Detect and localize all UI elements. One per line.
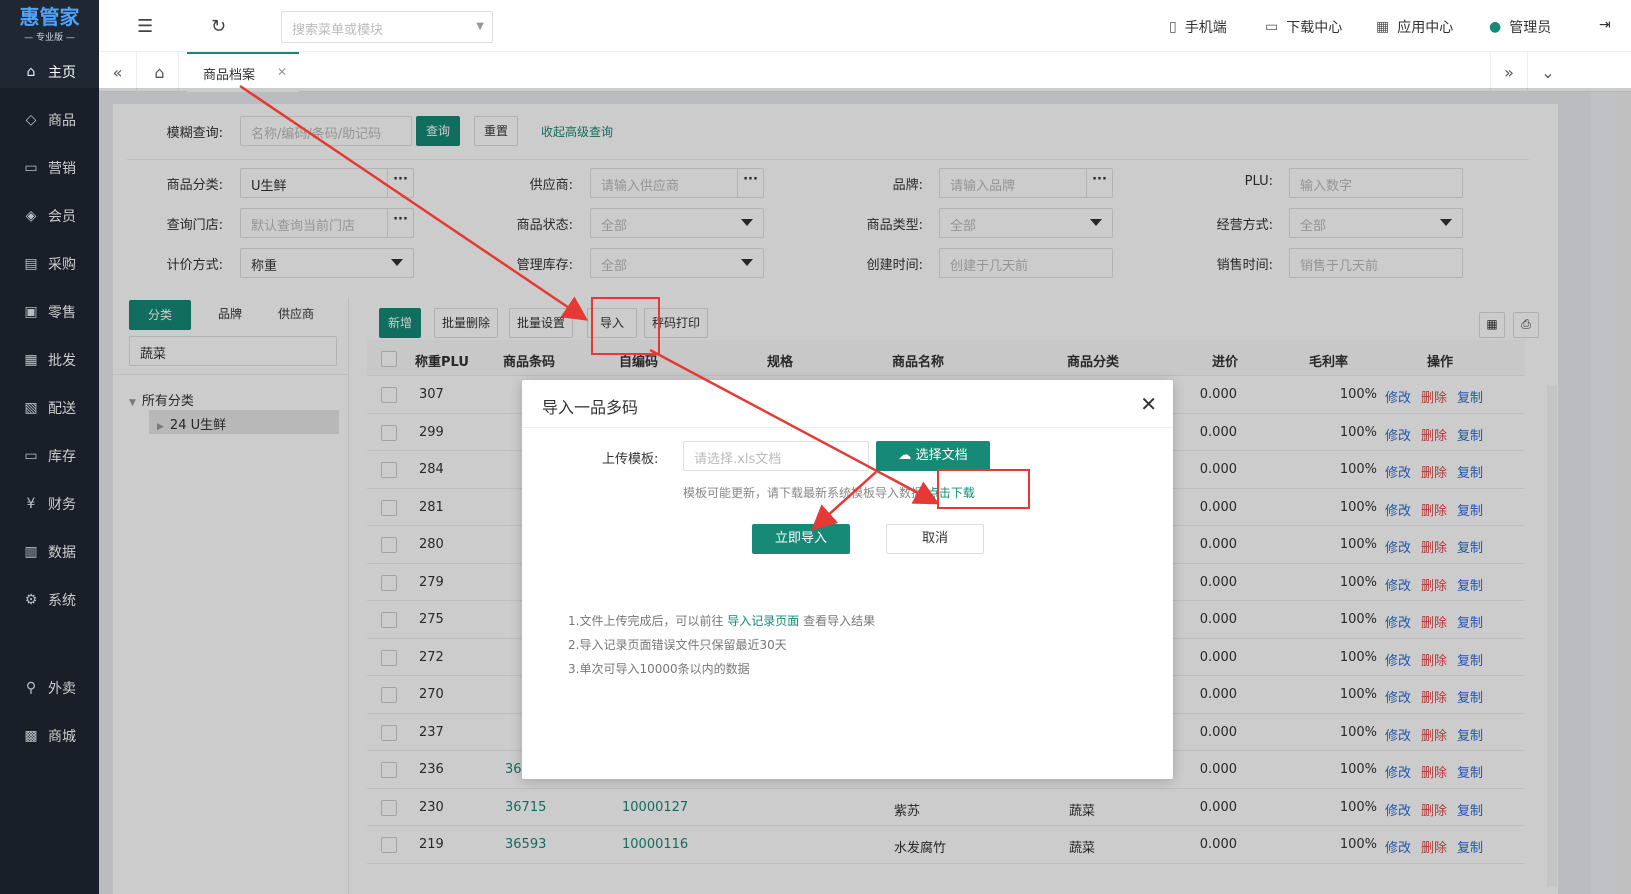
choose-file-button[interactable]: ☁ 选择文档 [876, 441, 990, 471]
close-icon[interactable]: ✕ [277, 65, 287, 79]
logo-text: 惠管家 [19, 5, 80, 29]
note-2: 2.导入记录页面错误文件只保留最近30天 [568, 638, 787, 652]
upload-file-input[interactable]: 请选择.xls文档 [683, 441, 869, 471]
download-center-link[interactable]: ▭ 下载中心 [1265, 17, 1342, 37]
tab-product-archive[interactable]: 商品档案 ✕ [187, 52, 299, 92]
logout-icon[interactable]: ⇥ [1599, 17, 1611, 33]
note-3: 3.单次可导入10000条以内的数据 [568, 662, 750, 676]
annotation-download-box [937, 469, 1030, 509]
topbar: ☰ ↻ 搜索菜单或模块 ▼ ▯ 手机端 ▭ 下载中心 ▦ 应用中心 ● 管理员 ⇥ [99, 0, 1631, 52]
tabs-menu-icon[interactable]: ⌄ [1529, 52, 1567, 92]
tab-bar: « ⌂ 商品档案 ✕ » ⌄ [99, 52, 1631, 92]
mobile-link[interactable]: ▯ 手机端 [1169, 17, 1227, 37]
sidebar-item-label: 主页 [48, 65, 76, 81]
home-tab-icon[interactable]: ⌂ [141, 52, 179, 92]
menu-toggle-icon[interactable]: ☰ [137, 16, 153, 37]
import-now-button[interactable]: 立即导入 [752, 524, 850, 554]
import-notes: 1.文件上传完成后，可以前往 导入记录页面 查看导入结果 2.导入记录页面错误文… [568, 609, 875, 681]
grid-icon: ▦ [1376, 19, 1390, 35]
import-records-link[interactable]: 导入记录页面 [727, 614, 799, 628]
menu-search-input[interactable]: 搜索菜单或模块 ▼ [281, 11, 493, 43]
phone-icon: ▯ [1169, 19, 1177, 35]
import-modal: 导入一品多码 ✕ 上传模板: 请选择.xls文档 ☁ 选择文档 模板可能更新，请… [522, 380, 1173, 779]
cloud-upload-icon: ☁ [898, 448, 912, 463]
modal-title: 导入一品多码 [522, 380, 1173, 428]
user-icon: ● [1489, 19, 1502, 35]
close-icon[interactable]: ✕ [1140, 392, 1157, 416]
tabs-scroll-left-icon[interactable]: « [99, 52, 137, 92]
tabs-scroll-right-icon[interactable]: » [1490, 52, 1528, 92]
refresh-icon[interactable]: ↻ [211, 16, 226, 37]
template-hint: 模板可能更新，请下载最新系统模板导入数据 点击下载 [683, 486, 975, 500]
download-icon: ▭ [1265, 19, 1279, 35]
annotation-import-box [591, 297, 660, 355]
upload-label: 上传模板: [602, 452, 659, 467]
cancel-button[interactable]: 取消 [886, 524, 984, 554]
logo-subtext: — 专业版 — [24, 33, 75, 43]
logo: 惠管家 — 专业版 — [0, 0, 99, 48]
home-icon: ⌂ [26, 64, 36, 80]
user-menu[interactable]: ● 管理员 [1489, 17, 1551, 37]
chevron-down-icon: ▼ [476, 21, 484, 32]
app-center-link[interactable]: ▦ 应用中心 [1376, 17, 1453, 37]
note-1: 1.文件上传完成后，可以前往 导入记录页面 查看导入结果 [568, 614, 876, 628]
